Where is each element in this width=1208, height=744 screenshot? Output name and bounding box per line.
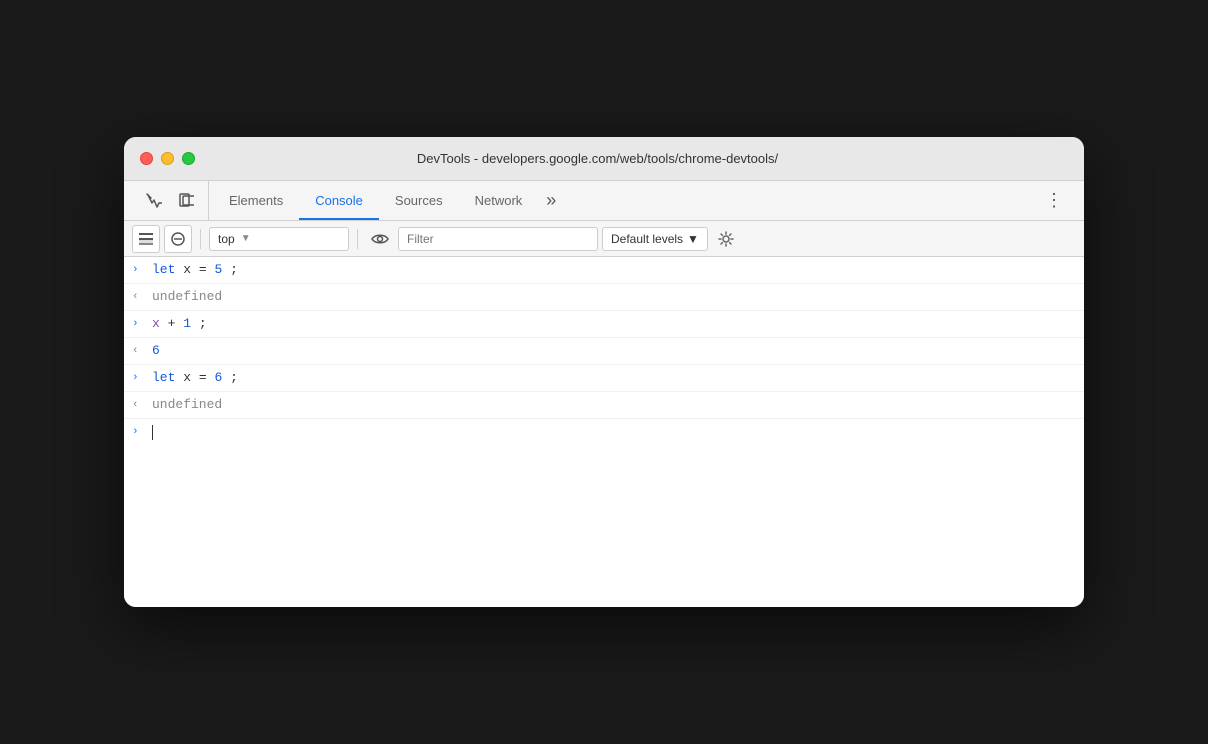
- input-arrow-1: ›: [132, 261, 152, 279]
- input-arrow-3: ›: [132, 369, 152, 387]
- levels-arrow-icon: ▼: [687, 232, 699, 246]
- tab-network[interactable]: Network: [459, 181, 539, 220]
- output-arrow-3: ‹: [132, 396, 152, 414]
- filter-input[interactable]: [398, 227, 598, 251]
- tab-elements[interactable]: Elements: [213, 181, 299, 220]
- cursor: [152, 425, 153, 440]
- console-result-1: ‹ undefined: [124, 284, 1084, 311]
- show-drawer-button[interactable]: [132, 225, 160, 253]
- inspect-icon[interactable]: [140, 187, 168, 215]
- console-entry-1: › let x = 5 ;: [124, 257, 1084, 284]
- device-toggle-icon[interactable]: [172, 187, 200, 215]
- tab-toolbar-icons: [132, 181, 209, 220]
- console-value-1: undefined: [152, 288, 1076, 306]
- console-result-2: ‹ 6: [124, 338, 1084, 365]
- tab-console[interactable]: Console: [299, 181, 379, 220]
- console-output: › let x = 5 ; ‹ undefined › x + 1 ;: [124, 257, 1084, 607]
- console-value-2: 6: [152, 342, 1076, 360]
- console-toolbar: top ▼ Default levels ▼: [124, 221, 1084, 257]
- console-code-3: let x = 6 ;: [152, 369, 1076, 387]
- clear-console-button[interactable]: [164, 225, 192, 253]
- window-title: DevTools - developers.google.com/web/too…: [127, 151, 1068, 166]
- console-result-3: ‹ undefined: [124, 392, 1084, 419]
- console-settings-button[interactable]: [712, 225, 740, 253]
- tab-spacer: [564, 181, 1033, 220]
- devtools-menu-button[interactable]: ⋮: [1033, 181, 1076, 220]
- toolbar-divider-1: [200, 229, 201, 249]
- console-prompt-line[interactable]: ›: [124, 419, 1084, 445]
- more-tabs-button[interactable]: »: [538, 181, 564, 220]
- input-arrow-2: ›: [132, 315, 152, 333]
- live-expressions-button[interactable]: [366, 225, 394, 253]
- prompt-arrow: ›: [132, 423, 152, 441]
- console-value-3: undefined: [152, 396, 1076, 414]
- context-selector[interactable]: top ▼: [209, 227, 349, 251]
- devtools-window: DevTools - developers.google.com/web/too…: [124, 137, 1084, 607]
- output-arrow-1: ‹: [132, 288, 152, 306]
- log-levels-button[interactable]: Default levels ▼: [602, 227, 708, 251]
- output-arrow-2: ‹: [132, 342, 152, 360]
- tab-sources[interactable]: Sources: [379, 181, 459, 220]
- console-code-1: let x = 5 ;: [152, 261, 1076, 279]
- toolbar-divider-2: [357, 229, 358, 249]
- tabs-bar: Elements Console Sources Network » ⋮: [124, 181, 1084, 221]
- title-bar: DevTools - developers.google.com/web/too…: [124, 137, 1084, 181]
- console-code-2: x + 1 ;: [152, 315, 1076, 333]
- console-entry-2: › x + 1 ;: [124, 311, 1084, 338]
- context-arrow-icon: ▼: [241, 233, 251, 244]
- console-entry-3: › let x = 6 ;: [124, 365, 1084, 392]
